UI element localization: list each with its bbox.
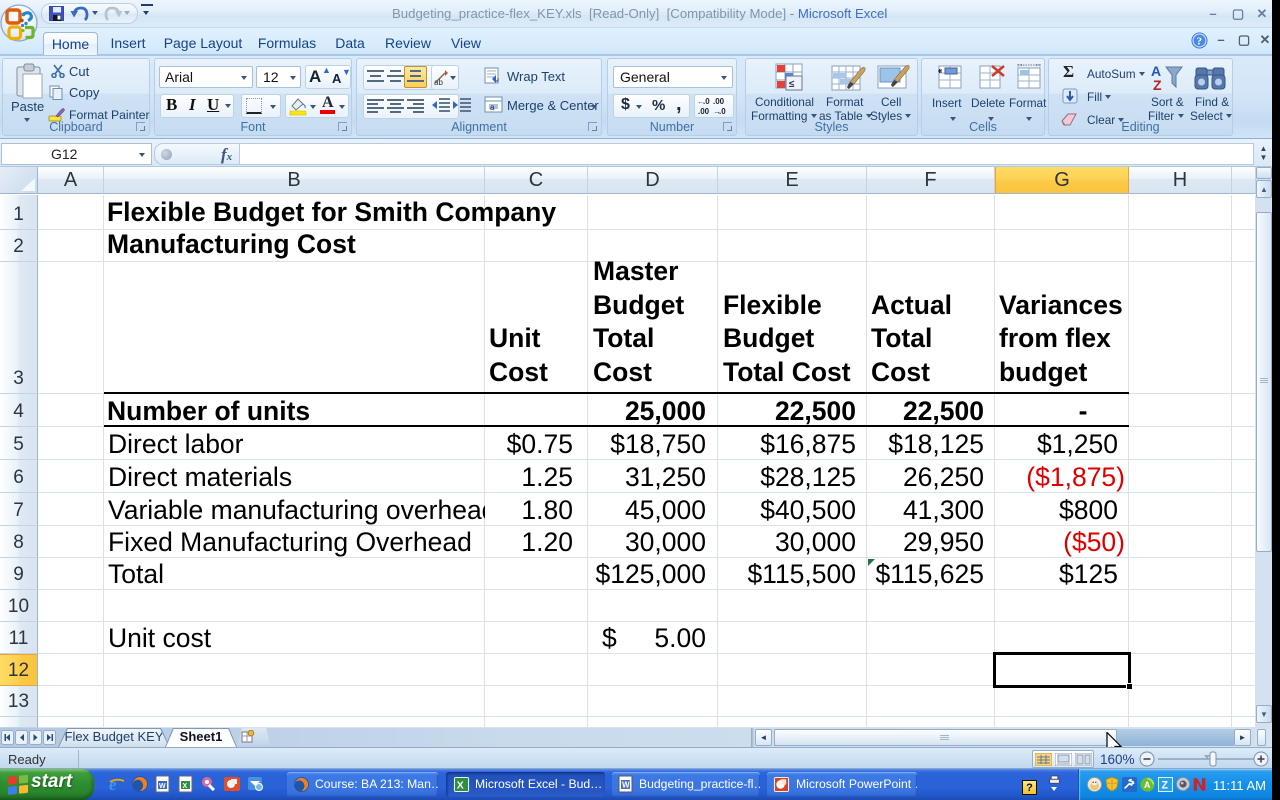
svg-text:W: W [159,783,166,790]
svg-text:X: X [183,783,188,790]
svg-text:ab: ab [434,78,443,86]
svg-text:X: X [457,780,464,791]
svg-text:a: a [490,103,495,112]
svg-text:e: e [109,775,117,793]
svg-text:Z: Z [1162,779,1169,791]
svg-text:A: A [1144,780,1151,790]
svg-text:≤: ≤ [789,79,795,90]
svg-text:Z: Z [1153,77,1162,93]
svg-text:?: ? [1197,36,1203,48]
svg-text:W: W [622,781,630,790]
